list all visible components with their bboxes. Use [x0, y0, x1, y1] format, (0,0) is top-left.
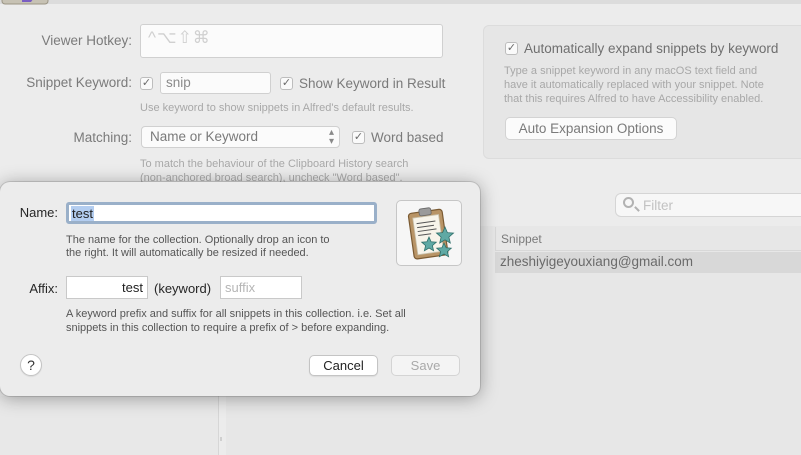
- word-based-checkbox[interactable]: ✓: [352, 131, 365, 144]
- matching-select[interactable]: Name or Keyword ▴ ▾: [141, 126, 340, 148]
- alfred-app-icon: [1, 0, 49, 5]
- snippet-filter-input[interactable]: Filter: [615, 193, 801, 217]
- snippet-keyword-input[interactable]: snip: [160, 72, 271, 94]
- column-header-snippet[interactable]: Snippet: [495, 227, 801, 251]
- viewer-hotkey-field[interactable]: ^⌥⇧⌘: [140, 24, 443, 58]
- name-label: Name:: [19, 205, 58, 220]
- auto-expansion-panel: ✓ Automatically expand snippets by keywo…: [483, 25, 801, 159]
- matching-hint-line-1: To match the behaviour of the Clipboard …: [140, 158, 409, 170]
- matching-select-value: Name or Keyword: [150, 129, 259, 144]
- show-keyword-label: Show Keyword in Result: [299, 76, 446, 91]
- cancel-button[interactable]: Cancel: [309, 355, 378, 376]
- filter-placeholder: Filter: [643, 198, 673, 213]
- affix-hint-line-1: A keyword prefix and suffix for all snip…: [66, 308, 406, 320]
- window-top-strip: [0, 0, 801, 4]
- search-icon: [623, 197, 634, 208]
- list-divider: [220, 437, 222, 441]
- new-collection-dialog: Name: test The name for the collection. …: [0, 182, 480, 396]
- matching-label: Matching:: [73, 130, 132, 145]
- word-based-label: Word based: [371, 130, 444, 145]
- auto-expansion-options-button[interactable]: Auto Expansion Options: [505, 117, 677, 140]
- auto-expand-hint-line-2: have it automatically replaced with your…: [504, 79, 764, 91]
- show-keyword-checkbox[interactable]: ✓: [280, 77, 293, 90]
- collections-list: [0, 396, 219, 455]
- auto-expand-hint-line-3: that this requires Alfred to have Access…: [504, 93, 764, 105]
- save-button[interactable]: Save: [391, 355, 460, 376]
- auto-expand-hint-line-1: Type a snippet keyword in any macOS text…: [504, 65, 758, 77]
- name-hint-line-2: the right. It will automatically be resi…: [66, 247, 309, 259]
- collection-name-input[interactable]: test: [66, 202, 377, 224]
- snippet-keyword-label: Snippet Keyword:: [26, 75, 132, 90]
- viewer-hotkey-label: Viewer Hotkey:: [41, 33, 132, 48]
- affix-label: Affix:: [29, 281, 58, 296]
- collection-name-value: test: [71, 206, 94, 221]
- auto-expand-checkbox[interactable]: ✓: [505, 42, 518, 55]
- collection-icon-well[interactable]: [396, 200, 462, 266]
- prefix-input[interactable]: test: [66, 276, 148, 299]
- suffix-input[interactable]: suffix: [220, 276, 302, 299]
- keyword-text: (keyword): [154, 281, 212, 296]
- affix-hint-line-2: snippets in this collection to require a…: [66, 322, 390, 334]
- name-hint-line-1: The name for the collection. Optionally …: [66, 234, 330, 246]
- keyword-hint: Use keyword to show snippets in Alfred's…: [140, 102, 414, 114]
- snippet-keyword-checkbox[interactable]: ✓: [140, 77, 153, 90]
- table-row[interactable]: zheshiyigeyouxiang@gmail.com: [495, 252, 801, 273]
- clipboard-stars-icon: [407, 207, 455, 260]
- auto-expand-label: Automatically expand snippets by keyword: [524, 41, 779, 56]
- help-button[interactable]: ?: [20, 354, 42, 376]
- select-arrows-icon: ▴ ▾: [328, 127, 334, 147]
